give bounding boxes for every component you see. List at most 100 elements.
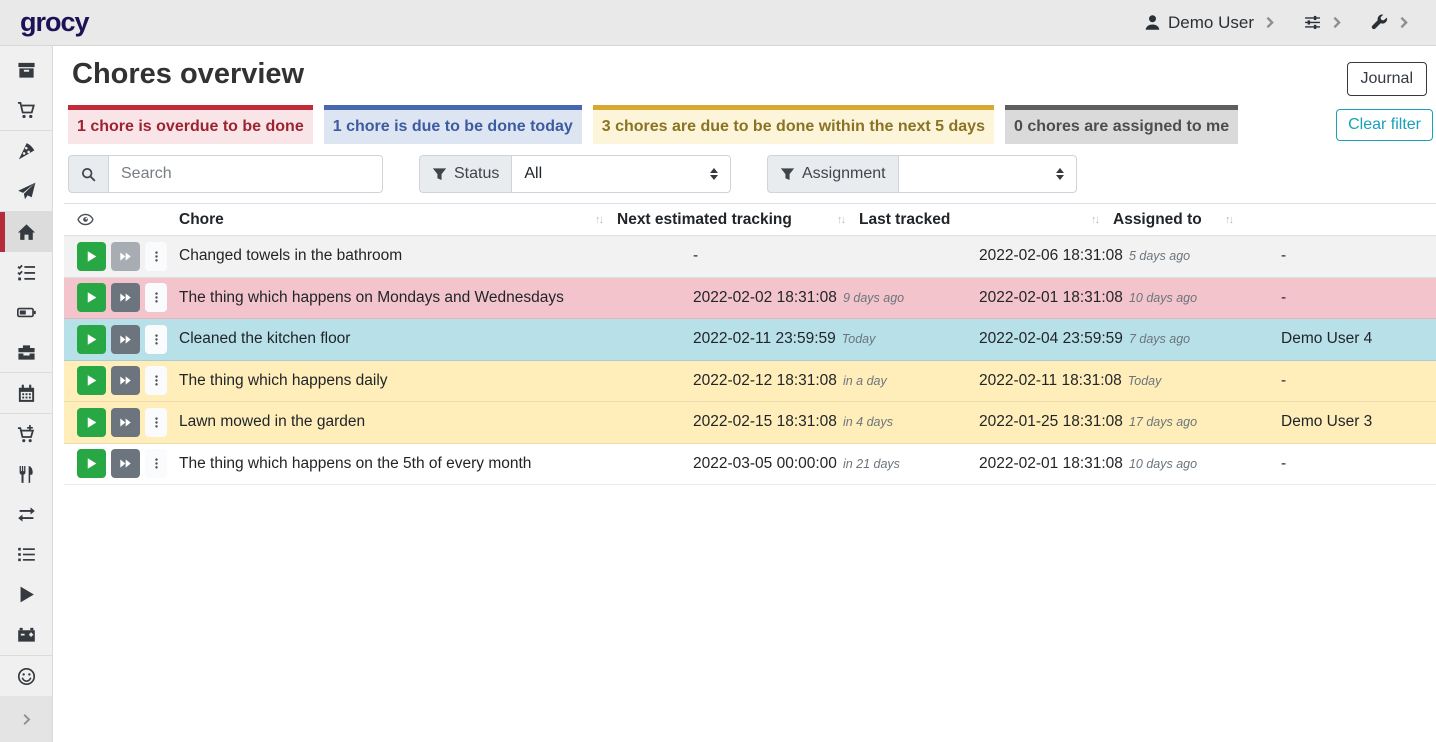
search-icon <box>81 167 96 182</box>
skip-execution-button[interactable] <box>111 325 140 354</box>
equipment-toolbox-icon <box>17 343 36 362</box>
column-header-last-tracked[interactable]: Last tracked ↑↓ <box>852 204 1106 235</box>
row-context-menu-button[interactable] <box>145 325 167 354</box>
chore-name: The thing which happens on Mondays and W… <box>179 289 693 307</box>
search-input[interactable] <box>108 155 383 193</box>
summary-card[interactable]: 3 chores are due to be done within the n… <box>593 105 994 144</box>
track-execution-play-button[interactable] <box>77 325 106 354</box>
chevron-right-icon <box>1261 14 1278 31</box>
sidebar-item-transfer[interactable] <box>0 494 52 534</box>
last-tracked-cell: 2022-02-04 23:59:597 days ago <box>979 330 1281 348</box>
row-context-menu-button[interactable] <box>145 242 167 271</box>
smiley-icon <box>17 667 36 686</box>
play-icon <box>85 250 98 263</box>
sidebar-item-feedback[interactable] <box>0 656 52 696</box>
assignment-select[interactable] <box>898 155 1077 193</box>
sort-icon: ↑↓ <box>1225 214 1232 226</box>
fast-forward-icon <box>119 250 132 263</box>
sidebar-item-chores[interactable] <box>0 212 52 252</box>
table-row: Lawn mowed in the garden 2022-02-15 18:3… <box>64 402 1436 444</box>
clear-filter-button[interactable]: Clear filter <box>1336 109 1433 141</box>
column-header-assigned-to[interactable]: Assigned to ↑↓ <box>1106 204 1240 235</box>
track-execution-play-button[interactable] <box>77 283 106 312</box>
fast-forward-icon <box>119 457 132 470</box>
next-tracking-cell: 2022-02-15 18:31:08in 4 days <box>693 413 979 431</box>
ellipsis-vertical-icon <box>150 457 163 470</box>
sidebar-item-inventory[interactable] <box>0 534 52 574</box>
sidebar-item-stock[interactable] <box>0 50 52 90</box>
next-tracking-cell: - <box>693 247 979 265</box>
main-content: Chores overview Journal 1 chore is overd… <box>53 46 1436 485</box>
sort-icon: ↑↓ <box>837 214 844 226</box>
sidebar-item-purchase[interactable] <box>0 414 52 454</box>
row-context-menu-button[interactable] <box>145 283 167 312</box>
track-execution-play-button[interactable] <box>77 242 106 271</box>
sidebar-item-calendar[interactable] <box>0 373 52 413</box>
sidebar-item-chore-tracking[interactable] <box>0 574 52 614</box>
row-context-menu-button[interactable] <box>145 366 167 395</box>
row-context-menu-button[interactable] <box>145 408 167 437</box>
skip-execution-button[interactable] <box>111 242 140 271</box>
skip-execution-button[interactable] <box>111 408 140 437</box>
ellipsis-vertical-icon <box>150 291 163 304</box>
column-header-chore[interactable]: Chore ↑↓ <box>172 204 610 235</box>
last-tracked-cell: 2022-02-11 18:31:08Today <box>979 372 1281 390</box>
summary-card[interactable]: 1 chore is due to be done today <box>324 105 582 144</box>
shopping-cart-icon <box>17 101 36 120</box>
table-row: The thing which happens on Mondays and W… <box>64 278 1436 320</box>
summary-card[interactable]: 1 chore is overdue to be done <box>68 105 313 144</box>
last-tracked-cell: 2022-02-01 18:31:0810 days ago <box>979 289 1281 307</box>
skip-execution-button[interactable] <box>111 366 140 395</box>
chore-name: Lawn mowed in the garden <box>179 413 693 431</box>
skip-execution-button[interactable] <box>111 449 140 478</box>
play-icon <box>85 291 98 304</box>
column-header-next-tracking[interactable]: Next estimated tracking ↑↓ <box>610 204 852 235</box>
app-logo[interactable]: grocy <box>20 7 89 38</box>
ellipsis-vertical-icon <box>150 374 163 387</box>
assigned-to-cell: - <box>1281 455 1436 473</box>
assignment-filter-label: Assignment <box>767 155 898 193</box>
table-header-row: Chore ↑↓ Next estimated tracking ↑↓ Last… <box>64 203 1436 236</box>
track-execution-play-button[interactable] <box>77 366 106 395</box>
visibility-column-header[interactable] <box>64 204 172 235</box>
sidebar-collapse-button[interactable] <box>0 696 52 742</box>
track-execution-play-button[interactable] <box>77 408 106 437</box>
status-filter-label: Status <box>419 155 511 193</box>
wrench-icon <box>1371 14 1388 31</box>
skip-execution-button[interactable] <box>111 283 140 312</box>
track-execution-play-button[interactable] <box>77 449 106 478</box>
ellipsis-vertical-icon <box>150 416 163 429</box>
sidebar-item-meal-plan[interactable] <box>0 171 52 211</box>
user-name-label: Demo User <box>1168 13 1254 33</box>
summary-card[interactable]: 0 chores are assigned to me <box>1005 105 1238 144</box>
sidebar-item-consume[interactable] <box>0 454 52 494</box>
last-tracked-relative: 10 days ago <box>1129 291 1197 305</box>
transfer-arrows-icon <box>17 505 36 524</box>
row-context-menu-button[interactable] <box>145 449 167 478</box>
sidebar <box>0 46 53 742</box>
last-tracked-relative: 7 days ago <box>1129 332 1190 346</box>
user-menu[interactable]: Demo User <box>1144 13 1278 33</box>
table-row: The thing which happens daily 2022-02-12… <box>64 361 1436 403</box>
settings-menu[interactable] <box>1371 14 1412 31</box>
battery-icon <box>17 303 36 322</box>
sidebar-item-shopping-list[interactable] <box>0 90 52 130</box>
status-select[interactable]: All <box>511 155 731 193</box>
assigned-to-cell: - <box>1281 372 1436 390</box>
sidebar-item-battery-tracking[interactable] <box>0 614 52 654</box>
sidebar-item-tasks[interactable] <box>0 252 52 292</box>
next-tracking-relative: in a day <box>843 374 887 388</box>
sidebar-item-equipment[interactable] <box>0 332 52 372</box>
collapse-chevron-icon <box>19 712 34 727</box>
ellipsis-vertical-icon <box>150 333 163 346</box>
sidebar-item-batteries[interactable] <box>0 292 52 332</box>
manage-menu[interactable] <box>1304 14 1345 31</box>
last-tracked-relative: Today <box>1128 374 1162 388</box>
fast-forward-icon <box>119 291 132 304</box>
journal-button[interactable]: Journal <box>1347 62 1427 96</box>
sidebar-item-recipes[interactable] <box>0 131 52 171</box>
last-tracked-cell: 2022-02-06 18:31:085 days ago <box>979 247 1281 265</box>
chores-home-icon <box>17 223 36 242</box>
assigned-to-cell: Demo User 3 <box>1281 413 1436 431</box>
play-icon <box>85 457 98 470</box>
